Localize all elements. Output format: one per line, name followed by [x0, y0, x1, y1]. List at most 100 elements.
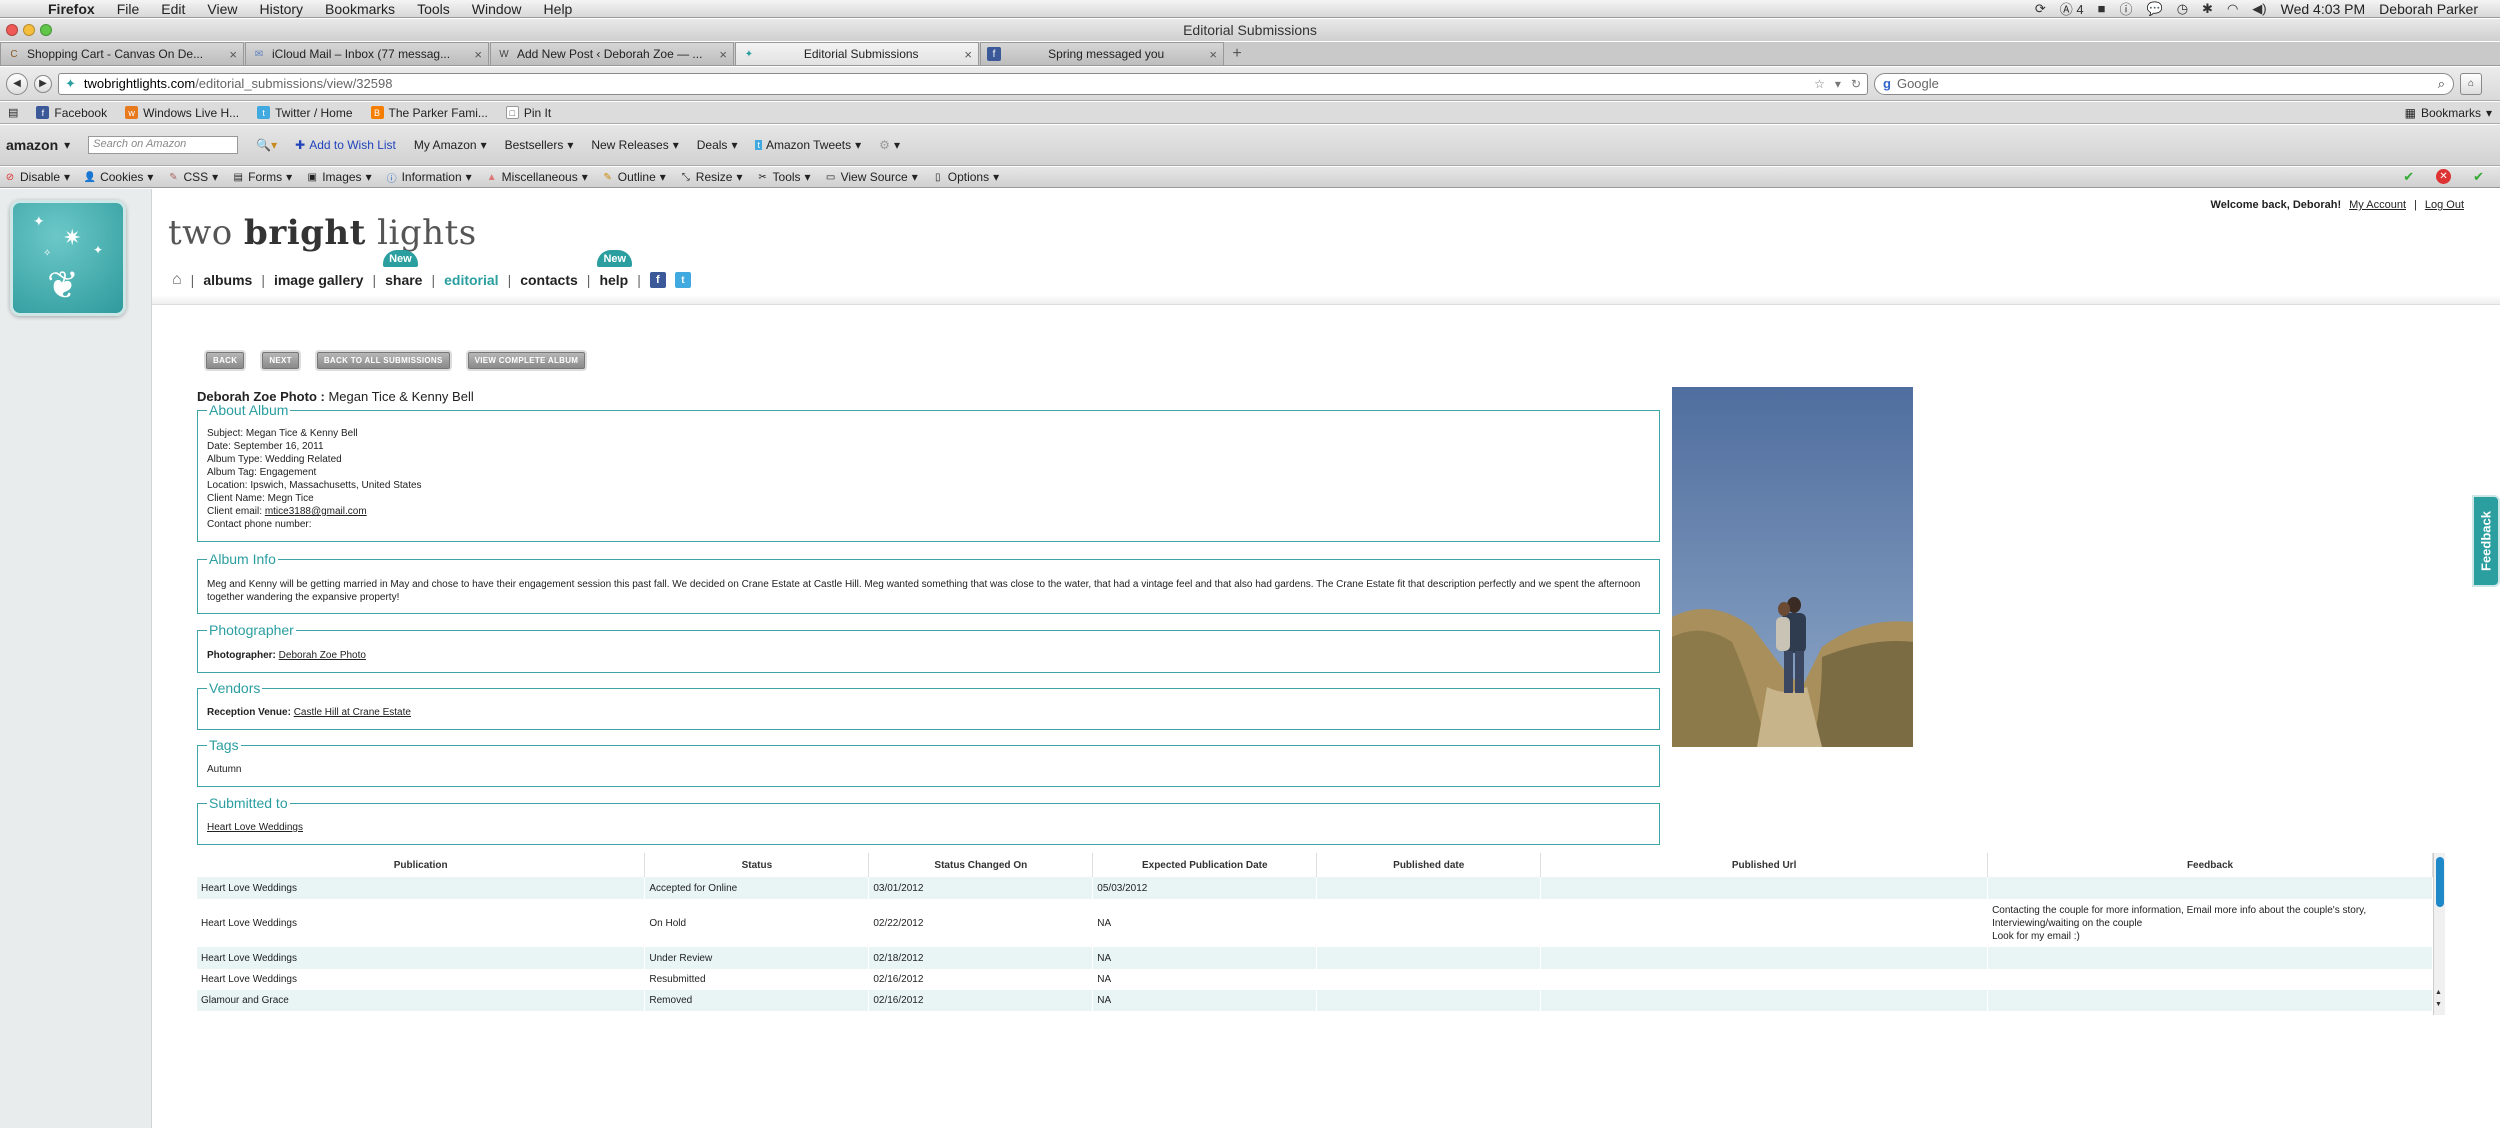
bookmark-windows-live[interactable]: w Windows Live H...: [125, 106, 239, 120]
menu-history[interactable]: History: [248, 1, 314, 17]
column-header-published-url[interactable]: Published Url: [1540, 853, 1989, 877]
dev-cookies-menu[interactable]: 👤 Cookies ▾: [84, 170, 154, 184]
bookmark-facebook[interactable]: f Facebook: [36, 106, 107, 120]
nav-contacts[interactable]: contacts: [520, 272, 578, 288]
menu-firefox[interactable]: Firefox: [44, 1, 106, 17]
bookmark-pin-it[interactable]: □ Pin It: [505, 106, 551, 120]
table-row[interactable]: Heart Love Weddings Under Review 02/18/2…: [197, 947, 2433, 969]
table-row[interactable]: Glamour and Grace Removed 02/16/2012 NA: [197, 990, 2433, 1011]
amazon-logo[interactable]: amazon: [6, 137, 58, 153]
facebook-icon[interactable]: f: [649, 272, 666, 288]
sync-status-icon[interactable]: ⟳: [2035, 1, 2046, 17]
dev-css-menu[interactable]: ✎ CSS ▾: [167, 170, 218, 184]
wifi-icon[interactable]: ◠: [2227, 1, 2238, 17]
html-error-icon[interactable]: ✕: [2436, 169, 2452, 184]
js-valid-check-icon[interactable]: ✔: [2473, 169, 2484, 185]
column-header-publication[interactable]: Publication: [197, 853, 646, 877]
back-button[interactable]: ◀: [6, 72, 28, 95]
bookmark-twitter[interactable]: t Twitter / Home: [257, 106, 353, 120]
new-releases-menu[interactable]: New Releases ▾: [591, 138, 678, 152]
tab-icloud-mail[interactable]: ✉ iCloud Mail – Inbox (77 messag... ×: [245, 42, 489, 65]
tab-shopping-cart[interactable]: C Shopping Cart - Canvas On De... ×: [0, 42, 244, 65]
dev-tools-menu[interactable]: ✂ Tools ▾: [757, 170, 810, 184]
table-row[interactable]: Heart Love Weddings On Hold 02/22/2012 N…: [197, 899, 2433, 947]
adobe-status-icon[interactable]: Ⓐ 4: [2060, 0, 2084, 18]
add-to-wish-list-button[interactable]: ✚ Add to Wish List: [295, 138, 396, 152]
client-email-link[interactable]: mtice3188@gmail.com: [265, 506, 367, 517]
search-box[interactable]: g Google ⌕: [1874, 72, 2454, 95]
new-tab-button[interactable]: +: [1225, 42, 1249, 65]
column-header-feedback[interactable]: Feedback: [1987, 853, 2433, 877]
minimize-window-icon[interactable]: [23, 24, 35, 36]
menu-edit[interactable]: Edit: [150, 1, 196, 17]
reception-venue-link[interactable]: Castle Hill at Crane Estate: [294, 707, 411, 718]
menu-file[interactable]: File: [106, 1, 151, 17]
menu-window[interactable]: Window: [461, 1, 533, 17]
home-button[interactable]: ⌂: [2460, 72, 2482, 95]
nav-share[interactable]: New share: [383, 250, 422, 288]
tab-close-icon[interactable]: ×: [964, 47, 972, 62]
menubar-clock[interactable]: Wed 4:03 PM: [2281, 1, 2366, 17]
amazon-search-icon[interactable]: 🔍▾: [256, 138, 277, 152]
dev-forms-menu[interactable]: ▤ Forms ▾: [232, 170, 292, 184]
twitter-icon[interactable]: t: [674, 272, 691, 288]
app-status-icon[interactable]: ■: [2098, 1, 2106, 16]
menu-tools[interactable]: Tools: [406, 1, 461, 17]
tab-close-icon[interactable]: ×: [474, 47, 482, 62]
menubar-user[interactable]: Deborah Parker: [2379, 1, 2478, 17]
column-header-status-changed-on[interactable]: Status Changed On: [868, 853, 1094, 877]
my-account-link[interactable]: My Account: [2349, 199, 2406, 211]
search-icon[interactable]: ⌕: [2438, 76, 2445, 92]
dev-miscellaneous-menu[interactable]: ▲ Miscellaneous ▾: [486, 170, 588, 184]
back-button[interactable]: BACK: [206, 352, 245, 369]
chat-status-icon[interactable]: 💬: [2147, 1, 2163, 17]
scrollbar-thumb[interactable]: [2436, 857, 2444, 907]
amazon-settings-menu[interactable]: ⚙ ▾: [879, 138, 900, 152]
chevron-down-icon[interactable]: ▾: [64, 138, 70, 152]
alert-status-icon[interactable]: ⓘ: [2119, 0, 2132, 18]
site-brand[interactable]: two bright lights: [168, 213, 477, 253]
clock-status-icon[interactable]: ◷: [2177, 1, 2188, 17]
nav-help[interactable]: New help: [597, 250, 633, 288]
dev-resize-menu[interactable]: ⤡ Resize ▾: [680, 170, 743, 184]
column-header-status[interactable]: Status: [644, 853, 870, 877]
table-row[interactable]: Heart Love Weddings Accepted for Online …: [197, 877, 2433, 899]
dev-disable-menu[interactable]: ⊘ Disable ▾: [4, 170, 70, 184]
column-header-expected-publication-date[interactable]: Expected Publication Date: [1092, 853, 1318, 877]
table-row[interactable]: Heart Love Weddings Resubmitted 02/16/20…: [197, 969, 2433, 990]
bookmark-parker-family[interactable]: B The Parker Fami...: [370, 106, 488, 120]
nav-image-gallery[interactable]: image gallery: [274, 272, 364, 288]
table-scrollbar[interactable]: ▲ ▼: [2433, 853, 2445, 1015]
tab-close-icon[interactable]: ×: [1209, 47, 1217, 62]
scroll-up-arrow-icon[interactable]: ▲: [2435, 989, 2442, 996]
zoom-window-icon[interactable]: [40, 24, 52, 36]
nav-albums[interactable]: albums: [203, 272, 252, 288]
log-out-link[interactable]: Log Out: [2425, 199, 2464, 211]
view-complete-album-button[interactable]: VIEW COMPLETE ALBUM: [467, 352, 586, 369]
site-logo[interactable]: ✦ ✷ ✦ ✧ ❦: [10, 200, 126, 316]
menu-view[interactable]: View: [196, 1, 248, 17]
google-engine-icon[interactable]: g: [1883, 76, 1891, 91]
bestsellers-menu[interactable]: Bestsellers ▾: [505, 138, 574, 152]
album-cover-photo[interactable]: [1672, 387, 1913, 747]
photographer-link[interactable]: Deborah Zoe Photo: [279, 650, 366, 661]
amazon-tweets-menu[interactable]: t Amazon Tweets ▾: [755, 138, 861, 152]
my-amazon-menu[interactable]: My Amazon ▾: [414, 138, 487, 152]
url-dropdown-icon[interactable]: ▾: [1835, 77, 1841, 91]
dev-view-source-menu[interactable]: ▭ View Source ▾: [825, 170, 918, 184]
reload-icon[interactable]: ↻: [1851, 77, 1861, 91]
deals-menu[interactable]: Deals ▾: [697, 138, 738, 152]
dev-outline-menu[interactable]: ✎ Outline ▾: [602, 170, 666, 184]
tab-editorial-submissions[interactable]: ✦ Editorial Submissions ×: [735, 42, 979, 65]
feedback-tab[interactable]: Feedback: [2472, 495, 2500, 587]
bookmarks-sidebar-icon[interactable]: ▤: [8, 106, 18, 119]
bookmark-star-icon[interactable]: ☆: [1814, 77, 1825, 91]
url-bar[interactable]: ✦ twobrightlights.com/editorial_submissi…: [58, 72, 1868, 95]
forward-button[interactable]: ▶: [34, 74, 52, 93]
submitted-to-link[interactable]: Heart Love Weddings: [207, 822, 303, 833]
volume-icon[interactable]: ◀): [2252, 1, 2266, 17]
bluetooth-icon[interactable]: ✱: [2202, 1, 2213, 17]
back-to-all-submissions-button[interactable]: BACK TO ALL SUBMISSIONS: [316, 352, 450, 369]
tab-close-icon[interactable]: ×: [719, 47, 727, 62]
next-button[interactable]: NEXT: [262, 352, 299, 369]
